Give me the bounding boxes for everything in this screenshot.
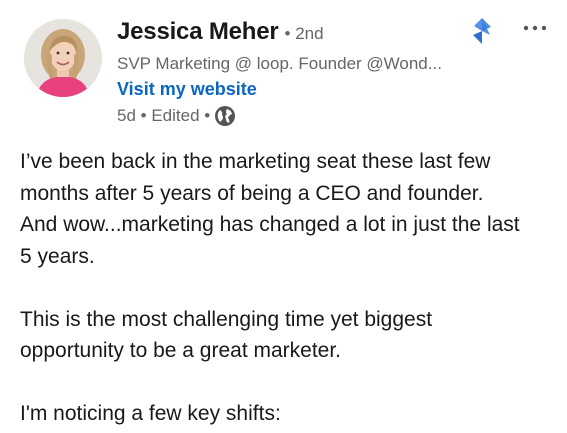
post-body: I’ve been back in the marketing seat the… xyxy=(20,146,560,430)
post-line: And wow...marketing has changed a lot in… xyxy=(20,213,520,236)
post-line: I’ve been back in the marketing seat the… xyxy=(20,150,491,173)
meta-separator: • xyxy=(135,106,152,125)
post-meta: 5d • Edited • xyxy=(117,103,507,129)
post-line: I'm noticing a few key shifts: xyxy=(20,402,281,425)
visit-website-link[interactable]: Visit my website xyxy=(117,77,257,102)
degree-value: 2nd xyxy=(295,24,324,43)
author-headline: SVP Marketing @ loop. Founder @Wond... xyxy=(117,54,442,73)
post-paragraph: This is the most challenging time yet bi… xyxy=(20,304,560,367)
post-time: 5d xyxy=(117,106,136,125)
post-line: months after 5 years of being a CEO and … xyxy=(20,181,484,205)
meta-separator: • xyxy=(199,106,211,125)
post-line: This is the most challenging time yet bi… xyxy=(20,307,433,331)
post-paragraph: I'm noticing a few key shifts: xyxy=(20,398,560,430)
author-name[interactable]: Jessica Meher xyxy=(117,18,279,46)
connection-degree: • 2nd xyxy=(285,24,324,44)
more-options-button[interactable] xyxy=(520,18,550,38)
post-line: opportunity to be a great marketer. xyxy=(20,339,342,362)
post-line: 5 years. xyxy=(20,244,95,268)
globe-icon xyxy=(214,105,236,127)
degree-separator: • xyxy=(284,24,291,43)
more-options-icon xyxy=(523,25,547,31)
author-avatar[interactable] xyxy=(24,19,102,97)
lightning-bolt-icon[interactable] xyxy=(471,18,493,44)
post-header: Jessica Meher • 2nd SVP Marketing @ loop… xyxy=(117,18,507,129)
post-paragraph: I’ve been back in the marketing seat the… xyxy=(20,146,560,272)
feed-post: Jessica Meher • 2nd SVP Marketing @ loop… xyxy=(0,0,567,433)
author-name-row: Jessica Meher • 2nd xyxy=(117,18,507,52)
edited-label: Edited xyxy=(151,106,200,125)
